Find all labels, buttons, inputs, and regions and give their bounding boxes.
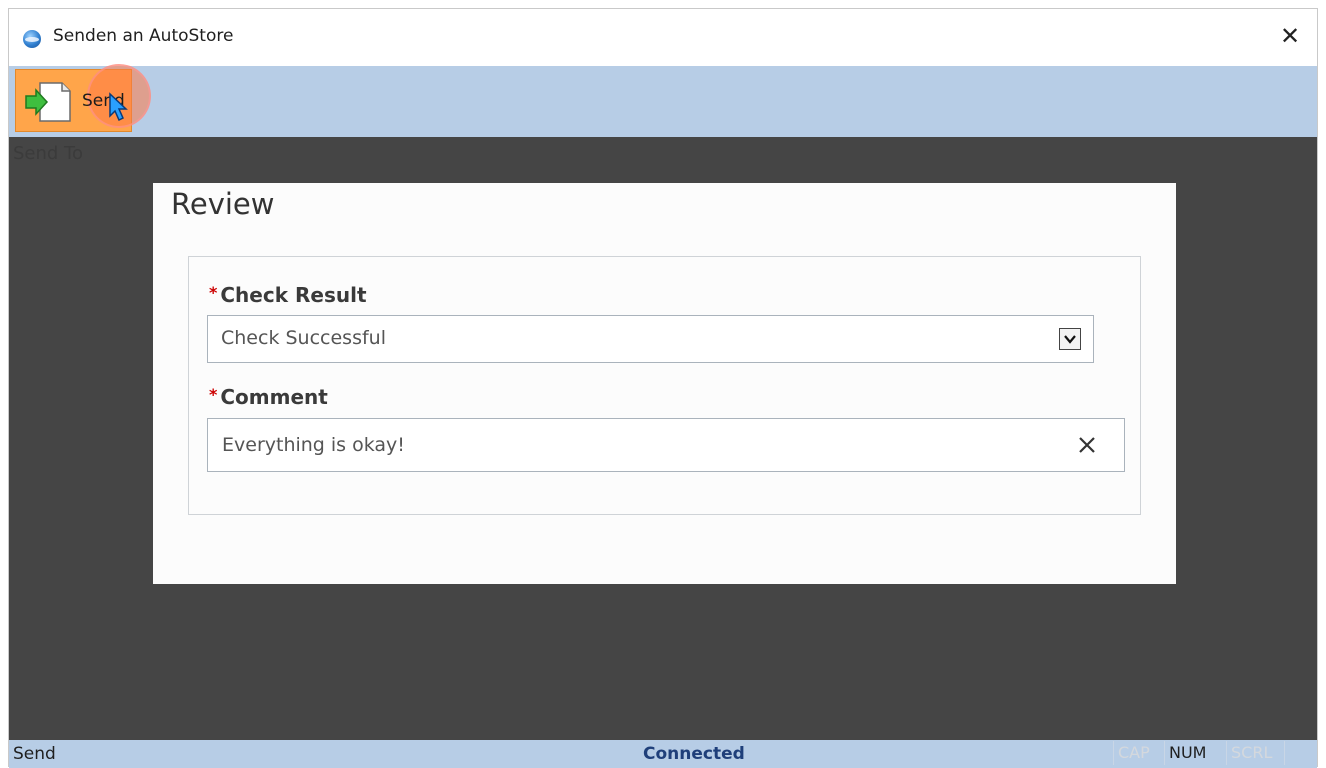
required-marker: *	[209, 283, 218, 302]
check-result-label: * Check Result	[209, 283, 367, 307]
window-title: Senden an AutoStore	[53, 26, 234, 46]
send-to-label: Send To	[13, 143, 84, 164]
app-globe-icon	[23, 30, 41, 48]
close-icon[interactable]: ✕	[1275, 21, 1305, 51]
required-marker: *	[209, 385, 218, 404]
status-text: Send	[13, 744, 56, 764]
connection-status: Connected	[643, 744, 745, 764]
review-title: Review	[171, 187, 275, 221]
check-result-select[interactable]: Check Successful	[207, 315, 1094, 363]
check-result-value: Check Successful	[221, 327, 386, 349]
title-bar: Senden an AutoStore ✕	[9, 9, 1317, 66]
review-form-group: * Check Result Check Successful * Comment …	[188, 256, 1141, 515]
comment-value: Everything is okay!	[222, 434, 405, 456]
comment-label-text: Comment	[220, 385, 328, 409]
review-card: Review * Check Result Check Successful * C…	[153, 183, 1176, 584]
mouse-cursor-icon	[109, 92, 128, 122]
scroll-lock-indicator: SCRL	[1227, 741, 1285, 765]
num-indicator: NUM	[1165, 741, 1227, 765]
content-area: Send To Review * Check Result Check Succe…	[9, 137, 1317, 740]
send-button[interactable]: Send	[15, 64, 151, 132]
comment-field[interactable]: Everything is okay!	[207, 418, 1125, 472]
check-result-label-text: Check Result	[220, 283, 367, 307]
clear-icon[interactable]	[1076, 434, 1098, 456]
chevron-down-icon[interactable]	[1059, 328, 1081, 350]
comment-label: * Comment	[209, 385, 328, 409]
cap-indicator: CAP	[1113, 741, 1165, 765]
document-send-icon	[25, 82, 71, 122]
toolbar: Send	[9, 64, 1317, 137]
app-window: Senden an AutoStore ✕ Send Send To Revie…	[8, 8, 1318, 768]
status-bar: Send Connected CAP NUM SCRL	[9, 740, 1317, 768]
